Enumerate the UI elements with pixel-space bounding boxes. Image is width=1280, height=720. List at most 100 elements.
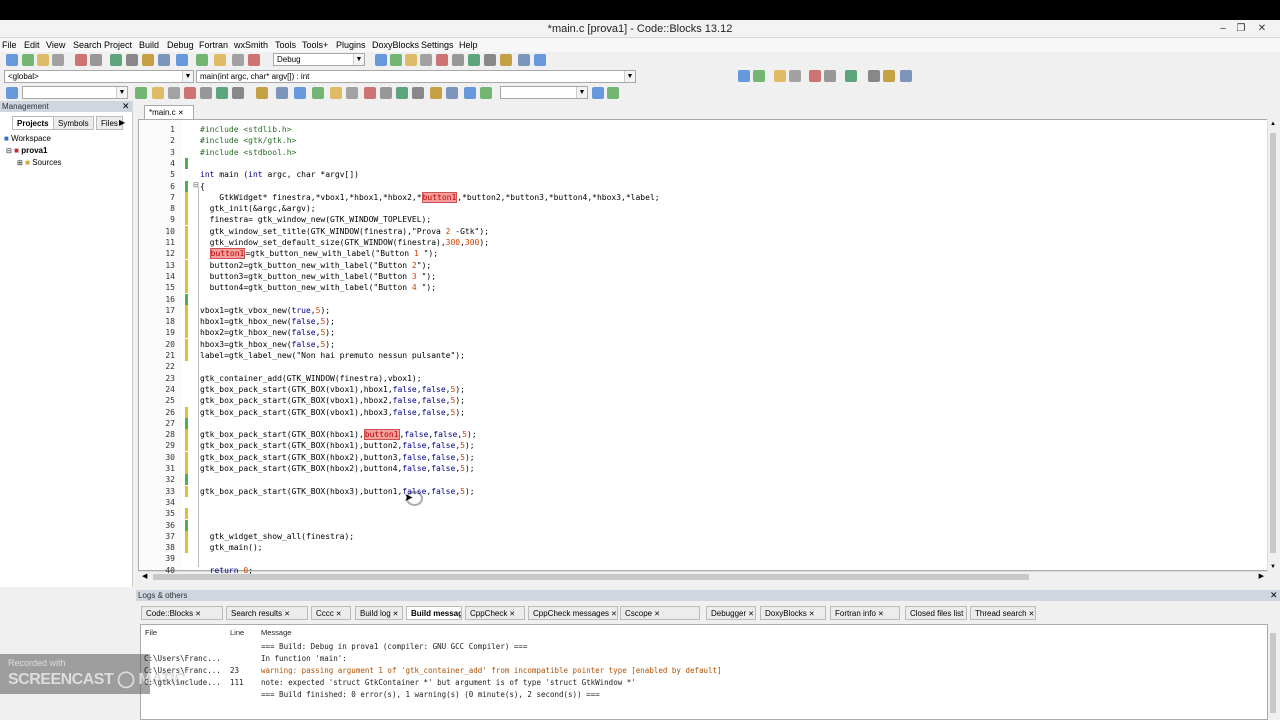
close-window-button[interactable]: ✕	[1254, 22, 1270, 36]
close-icon[interactable]: ✕	[807, 611, 815, 618]
debug-tool-icon[interactable]	[420, 54, 432, 66]
log-message[interactable]: === Build: Debug in prova1 (compiler: GN…	[261, 642, 527, 651]
find-input[interactable]: ▼	[500, 86, 588, 99]
maximize-button[interactable]: ❐	[1233, 22, 1249, 36]
tree-workspace[interactable]: ■ Workspace	[4, 133, 51, 144]
search-tool-icon[interactable]	[168, 87, 180, 99]
debug-tool-icon[interactable]	[484, 54, 496, 66]
code-line[interactable]: gtk_main();	[200, 542, 263, 553]
code-line[interactable]: gtk_box_pack_start(GTK_BOX(hbox3),button…	[200, 486, 475, 497]
debug-tool-icon[interactable]	[452, 54, 464, 66]
code-line[interactable]: label=gtk_label_new("Non hai premuto nes…	[200, 350, 465, 361]
search-tool-icon[interactable]	[294, 87, 306, 99]
menu-tools[interactable]: Tools+	[302, 40, 328, 50]
main-tool-icon[interactable]	[52, 54, 64, 66]
code-line[interactable]: gtk_widget_show_all(finestra);	[200, 531, 355, 542]
tab-cppcheckmessages[interactable]: CppCheck messages ✕	[528, 606, 618, 620]
code-line[interactable]: gtk_box_pack_start(GTK_BOX(hbox1),button…	[200, 429, 477, 441]
menu-search[interactable]: Search	[73, 40, 102, 50]
search-tool-icon[interactable]	[446, 87, 458, 99]
close-icon[interactable]: ✕	[507, 611, 515, 618]
main-tool-icon[interactable]	[248, 54, 260, 66]
search-tool-icon[interactable]	[6, 87, 18, 99]
code-tool-icon[interactable]	[883, 70, 895, 82]
close-icon[interactable]: ✕	[652, 611, 660, 618]
debug-tool-icon[interactable]	[436, 54, 448, 66]
debug-tool-icon[interactable]	[500, 54, 512, 66]
main-tool-icon[interactable]	[22, 54, 34, 66]
debug-tool-icon[interactable]	[405, 54, 417, 66]
search-tool-icon[interactable]	[200, 87, 212, 99]
search-tool-icon[interactable]	[330, 87, 342, 99]
search-tool-icon[interactable]	[430, 87, 442, 99]
search-tool-icon[interactable]	[346, 87, 358, 99]
log-line[interactable]: 23	[230, 666, 239, 675]
menu-debug[interactable]: Debug	[167, 40, 194, 50]
code-line[interactable]: hbox1=gtk_hbox_new(false,5);	[200, 316, 335, 327]
menu-wxsmith[interactable]: wxSmith	[234, 40, 268, 50]
close-icon[interactable]: ✕	[391, 611, 399, 618]
tab-fortraninfo[interactable]: Fortran info ✕	[830, 606, 900, 620]
log-message[interactable]: warning: passing argument 1 of 'gtk_cont…	[261, 666, 722, 675]
code-line[interactable]: int main (int argc, char *argv[])	[200, 169, 359, 180]
main-tool-icon[interactable]	[214, 54, 226, 66]
column-file[interactable]: File	[145, 628, 157, 637]
close-icon[interactable]: ✕	[876, 611, 884, 618]
tab-cppcheck[interactable]: CppCheck ✕	[465, 606, 525, 620]
close-icon[interactable]: ✕	[963, 611, 966, 618]
code-line[interactable]: GtkWidget* finestra,*vbox1,*hbox1,*hbox2…	[200, 191, 660, 203]
search-tool-icon[interactable]	[216, 87, 228, 99]
search-tool-icon[interactable]	[232, 87, 244, 99]
scope-select[interactable]: <global> ▼	[4, 70, 194, 83]
tab-searchresults[interactable]: Search results ✕	[226, 606, 308, 620]
minimize-button[interactable]: –	[1215, 22, 1231, 36]
main-tool-icon[interactable]	[196, 54, 208, 66]
close-icon[interactable]: ✕	[122, 101, 130, 112]
tab-projects[interactable]: Projects	[12, 116, 54, 130]
main-tool-icon[interactable]	[176, 54, 188, 66]
search-tool-icon[interactable]	[184, 87, 196, 99]
tab-buildlog[interactable]: Build log ✕	[355, 606, 403, 620]
close-icon[interactable]: ✕	[193, 611, 201, 618]
find-tool-icon[interactable]	[607, 87, 619, 99]
code-line[interactable]: button4=gtk_button_new_with_label("Butto…	[200, 282, 436, 293]
close-icon[interactable]: ✕	[1027, 611, 1035, 618]
tab-doxyblocks[interactable]: DoxyBlocks ✕	[760, 606, 826, 620]
tab-cccc[interactable]: Cccc ✕	[311, 606, 351, 620]
code-line[interactable]: gtk_box_pack_start(GTK_BOX(vbox1),hbox3,…	[200, 407, 465, 418]
code-line[interactable]: #include <gtk/gtk.h>	[200, 135, 296, 146]
menu-fortran[interactable]: Fortran	[199, 40, 228, 50]
log-message[interactable]: note: expected 'struct GtkContainer *' b…	[261, 678, 636, 687]
horizontal-scrollbar[interactable]: ◀ ▶	[139, 571, 1267, 581]
debug-tool-icon[interactable]	[390, 54, 402, 66]
close-icon[interactable]: ✕	[282, 611, 290, 618]
main-tool-icon[interactable]	[6, 54, 18, 66]
code-tool-icon[interactable]	[738, 70, 750, 82]
search-tool-icon[interactable]	[480, 87, 492, 99]
log-file[interactable]: C:\gtk\include...	[144, 678, 221, 687]
tab-closedfileslist[interactable]: Closed files list ✕	[905, 606, 967, 620]
search-input[interactable]: ▼	[22, 86, 128, 99]
code-tool-icon[interactable]	[845, 70, 857, 82]
tab-codeblocks[interactable]: Code::Blocks ✕	[141, 606, 223, 620]
code-line[interactable]: gtk_box_pack_start(GTK_BOX(hbox2),button…	[200, 452, 475, 463]
search-tool-icon[interactable]	[135, 87, 147, 99]
code-line[interactable]: gtk_box_pack_start(GTK_BOX(hbox2),button…	[200, 463, 475, 474]
code-line[interactable]: gtk_box_pack_start(GTK_BOX(vbox1),hbox1,…	[200, 384, 465, 395]
column-message[interactable]: Message	[261, 628, 291, 637]
search-tool-icon[interactable]	[412, 87, 424, 99]
code-line[interactable]: gtk_window_set_default_size(GTK_WINDOW(f…	[200, 237, 489, 248]
build-target-select[interactable]: Debug ▼	[273, 53, 365, 66]
code-line[interactable]: {	[200, 181, 205, 192]
search-tool-icon[interactable]	[152, 87, 164, 99]
debug-tool-icon[interactable]	[468, 54, 480, 66]
tab-threadsearch[interactable]: Thread search ✕	[970, 606, 1036, 620]
debug-tool-icon[interactable]	[375, 54, 387, 66]
tab-main-c[interactable]: *main.c ✕	[144, 105, 194, 119]
code-line[interactable]: hbox3=gtk_hbox_new(false,5);	[200, 339, 335, 350]
code-line[interactable]: finestra= gtk_window_new(GTK_WINDOW_TOPL…	[200, 214, 432, 225]
tree-folder-sources[interactable]: ⊞ ■ Sources	[17, 157, 62, 169]
code-line[interactable]: button3=gtk_button_new_with_label("Butto…	[200, 271, 436, 282]
menu-help[interactable]: Help	[459, 40, 478, 50]
code-line[interactable]: hbox2=gtk_hbox_new(false,5);	[200, 327, 335, 338]
